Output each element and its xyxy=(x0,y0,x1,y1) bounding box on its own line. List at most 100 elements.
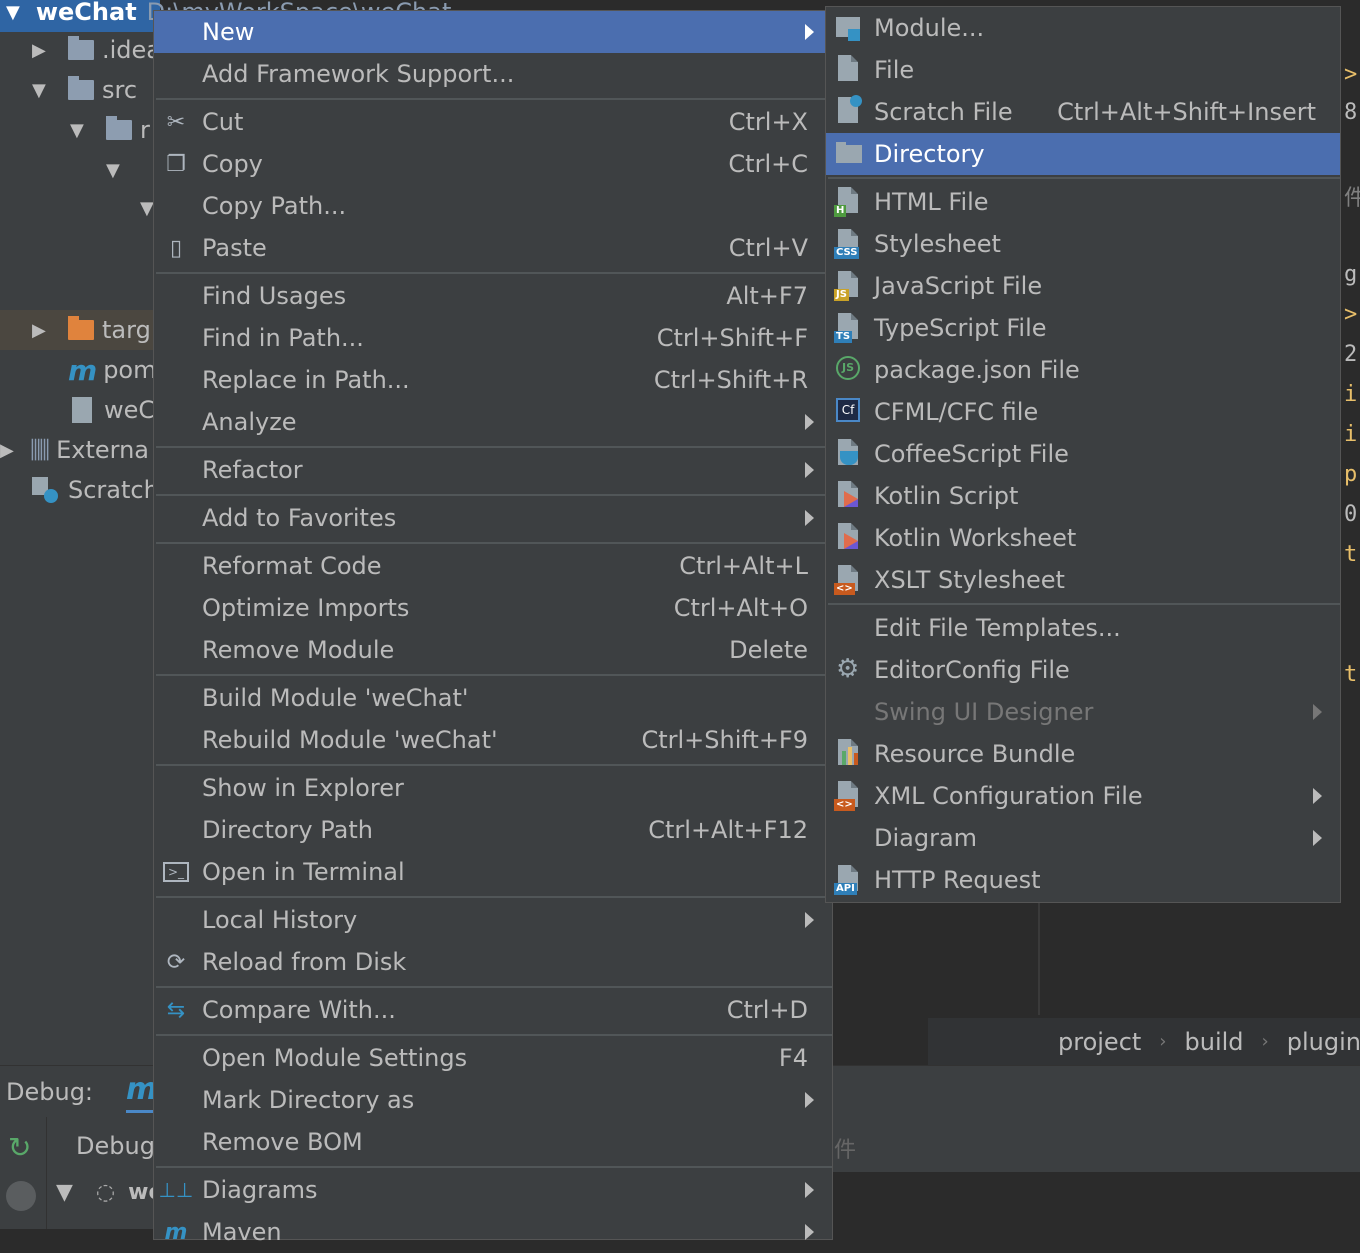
tree-item-src[interactable]: ▼ src xyxy=(32,70,137,110)
debug-tree-row[interactable]: ▼ ◌ we xyxy=(56,1180,163,1205)
menu-item-local-history[interactable]: Local History xyxy=(154,899,832,941)
submenu-arrow-icon xyxy=(805,24,814,40)
submenu-item-label: JavaScript File xyxy=(874,272,1043,300)
menu-item-analyze[interactable]: Analyze xyxy=(154,401,832,443)
css-file-icon: CSS xyxy=(834,229,864,259)
xslt-file-icon: <> xyxy=(834,565,864,595)
chevron-down-icon[interactable]: ▼ xyxy=(106,160,126,181)
menu-item-reload-from-disk[interactable]: ⟳ Reload from Disk xyxy=(154,941,832,983)
chevron-down-icon[interactable]: ▼ xyxy=(70,120,90,141)
submenu-item-kotlin-script[interactable]: Kotlin Script xyxy=(826,475,1340,517)
menu-item-label: New xyxy=(202,18,255,46)
submenu-arrow-icon xyxy=(805,1182,814,1198)
menu-item-refactor[interactable]: Refactor xyxy=(154,449,832,491)
menu-item-compare-with[interactable]: ⇆ Compare With... Ctrl+D xyxy=(154,989,832,1031)
submenu-arrow-icon xyxy=(805,1224,814,1240)
tree-item-main[interactable]: ▼ r xyxy=(70,110,150,150)
copy-icon: ❐ xyxy=(166,151,186,177)
submenu-item-cfml-cfc-file[interactable]: Cf CFML/CFC file xyxy=(826,391,1340,433)
tree-item-nested[interactable]: ▼ xyxy=(106,150,126,190)
menu-item-paste[interactable]: ▯ Paste Ctrl+V xyxy=(154,227,832,269)
tree-item-label: r xyxy=(140,116,150,144)
menu-item-reformat-code[interactable]: Reformat Code Ctrl+Alt+L xyxy=(154,545,832,587)
tree-item-target[interactable]: ▶ targ xyxy=(0,310,160,350)
directory-icon xyxy=(834,139,864,169)
code-char: p xyxy=(1344,462,1358,487)
submenu-item-xslt-stylesheet[interactable]: <> XSLT Stylesheet xyxy=(826,559,1340,601)
chevron-right-icon[interactable]: ▶ xyxy=(32,320,52,341)
tree-item-iml[interactable]: weC xyxy=(72,390,155,430)
menu-item-find-usages[interactable]: Find Usages Alt+F7 xyxy=(154,275,832,317)
submenu-item-label: CFML/CFC file xyxy=(874,398,1039,426)
submenu-item-stylesheet[interactable]: CSS Stylesheet xyxy=(826,223,1340,265)
menu-item-maven[interactable]: m Maven xyxy=(154,1211,832,1253)
menu-item-remove-module[interactable]: Remove Module Delete xyxy=(154,629,832,671)
chevron-right-icon[interactable]: ▶ xyxy=(32,40,52,61)
menu-item-remove-bom[interactable]: Remove BOM xyxy=(154,1121,832,1163)
menu-item-find-in-path[interactable]: Find in Path... Ctrl+Shift+F xyxy=(154,317,832,359)
code-char: t xyxy=(1344,662,1358,687)
breadcrumb-item[interactable]: build xyxy=(1185,1028,1244,1056)
submenu-item-http-request[interactable]: API HTTP Request xyxy=(826,859,1340,901)
submenu-item-coffeescript-file[interactable]: CoffeeScript File xyxy=(826,433,1340,475)
menu-item-label: Copy Path... xyxy=(202,192,347,220)
breadcrumb-item[interactable]: project xyxy=(1058,1028,1141,1056)
submenu-item-editorconfig-file[interactable]: ⚙ EditorConfig File xyxy=(826,649,1340,691)
chevron-right-icon[interactable]: ▶ xyxy=(0,440,30,461)
tree-root[interactable]: ▼ weChat D:\myWorkSpace\weChat xyxy=(0,0,451,32)
submenu-item-scratch-file[interactable]: Scratch File Ctrl+Alt+Shift+Insert xyxy=(826,91,1340,133)
submenu-item-module[interactable]: Module... xyxy=(826,7,1340,49)
submenu-item-kotlin-worksheet[interactable]: Kotlin Worksheet xyxy=(826,517,1340,559)
library-icon: ⫼⫼ xyxy=(30,436,50,464)
menu-item-diagrams[interactable]: ⊥⊥ Diagrams xyxy=(154,1169,832,1211)
tree-item-scratches[interactable]: Scratch xyxy=(32,470,159,510)
submenu-item-typescript-file[interactable]: TS TypeScript File xyxy=(826,307,1340,349)
menu-item-open-in-terminal[interactable]: >_ Open in Terminal xyxy=(154,851,832,893)
chevron-down-icon[interactable]: ▼ xyxy=(32,80,52,101)
menu-item-cut[interactable]: ✂ Cut Ctrl+X xyxy=(154,101,832,143)
breadcrumb-item[interactable]: plugin xyxy=(1287,1028,1360,1056)
submenu-item-resource-bundle[interactable]: Resource Bundle xyxy=(826,733,1340,775)
menu-item-replace-in-path[interactable]: Replace in Path... Ctrl+Shift+R xyxy=(154,359,832,401)
menu-item-optimize-imports[interactable]: Optimize Imports Ctrl+Alt+O xyxy=(154,587,832,629)
submenu-item-label: CoffeeScript File xyxy=(874,440,1069,468)
menu-item-show-in-explorer[interactable]: Show in Explorer xyxy=(154,767,832,809)
submenu-item-diagram[interactable]: Diagram xyxy=(826,817,1340,859)
submenu-item-package-json-file[interactable]: JS package.json File xyxy=(826,349,1340,391)
menu-item-shortcut: Ctrl+Shift+F xyxy=(656,324,808,352)
file-icon xyxy=(72,397,92,423)
tree-item-external-libraries[interactable]: ▶ ⫼⫼ Externa xyxy=(0,430,149,470)
submenu-item-swing-ui-designer[interactable]: Swing UI Designer xyxy=(826,691,1340,733)
submenu-item-directory[interactable]: Directory xyxy=(826,133,1340,175)
kotlin-icon xyxy=(834,523,864,553)
menu-item-mark-directory-as[interactable]: Mark Directory as xyxy=(154,1079,832,1121)
menu-item-add-framework-support[interactable]: Add Framework Support... xyxy=(154,53,832,95)
menu-item-copy[interactable]: ❐ Copy Ctrl+C xyxy=(154,143,832,185)
submenu-item-html-file[interactable]: H HTML File xyxy=(826,181,1340,223)
menu-item-new[interactable]: New xyxy=(154,11,832,53)
menu-item-add-to-favorites[interactable]: Add to Favorites xyxy=(154,497,832,539)
menu-item-open-module-settings[interactable]: Open Module Settings F4 xyxy=(154,1037,832,1079)
menu-item-build-module-wechat[interactable]: Build Module 'weChat' xyxy=(154,677,832,719)
menu-item-rebuild-module-wechat[interactable]: Rebuild Module 'weChat' Ctrl+Shift+F9 xyxy=(154,719,832,761)
tree-item-idea[interactable]: ▶ .idea xyxy=(32,30,161,70)
submenu-item-edit-file-templates[interactable]: Edit File Templates... xyxy=(826,607,1340,649)
menu-item-directory-path[interactable]: Directory Path Ctrl+Alt+F12 xyxy=(154,809,832,851)
menu-separator xyxy=(156,896,832,898)
menu-item-label: Add Framework Support... xyxy=(202,60,515,88)
submenu-item-file[interactable]: File xyxy=(826,49,1340,91)
rerun-icon[interactable]: ↻ xyxy=(8,1131,31,1164)
menu-separator xyxy=(156,674,832,676)
mute-breakpoints-icon[interactable] xyxy=(6,1181,36,1211)
chevron-down-icon[interactable]: ▼ xyxy=(6,2,20,23)
chevron-down-icon[interactable]: ▼ xyxy=(56,1180,73,1205)
menu-separator xyxy=(156,494,832,496)
js-file-icon: JS xyxy=(834,271,864,301)
tree-item-pom[interactable]: m pom xyxy=(68,350,156,390)
submenu-item-javascript-file[interactable]: JS JavaScript File xyxy=(826,265,1340,307)
menu-item-shortcut: Ctrl+Alt+F12 xyxy=(648,816,808,844)
menu-item-shortcut: Ctrl+V xyxy=(728,234,808,262)
menu-item-shortcut: Delete xyxy=(729,636,808,664)
submenu-item-xml-configuration-file[interactable]: <> XML Configuration File xyxy=(826,775,1340,817)
menu-item-copy-path[interactable]: Copy Path... xyxy=(154,185,832,227)
